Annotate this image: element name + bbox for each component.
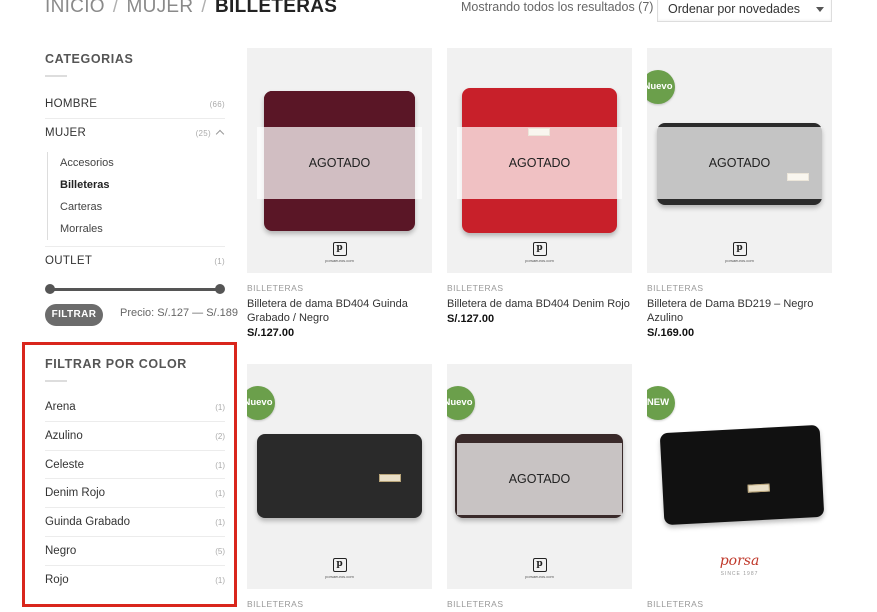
subcategory-list: Accesorios Billeteras Carteras Morrales bbox=[47, 152, 225, 240]
product-category[interactable]: BILLETERAS bbox=[247, 599, 432, 609]
product-card[interactable]: AGOTADO p porsaeuros.com Nuevo BILLETERAS… bbox=[647, 48, 832, 339]
new-badge: Nuevo bbox=[447, 386, 475, 420]
brand-url: porsaeuros.com bbox=[325, 574, 354, 579]
breadcrumb-separator: / bbox=[112, 0, 119, 17]
product-category[interactable]: BILLETERAS bbox=[447, 283, 632, 293]
product-price: S/.169.00 bbox=[647, 327, 695, 339]
new-badge: NEW bbox=[647, 386, 675, 420]
price-range-slider[interactable] bbox=[45, 284, 225, 294]
price-range-label: Precio: S/.127 — S/.189 bbox=[120, 307, 239, 319]
brand-logo: porsa bbox=[719, 553, 760, 569]
brand-logo-icon: p bbox=[532, 242, 547, 256]
breadcrumb-link-mujer[interactable]: MUJER bbox=[126, 0, 193, 17]
product-image[interactable]: AGOTADO p porsaeuros.com bbox=[247, 48, 432, 273]
orderby-selected: Ordenar por novedades bbox=[668, 2, 801, 16]
chevron-down-icon bbox=[816, 7, 824, 12]
sold-out-overlay: AGOTADO bbox=[257, 127, 422, 199]
slider-handle-min[interactable] bbox=[45, 284, 55, 294]
product-image[interactable]: p porsaeuros.com Nuevo bbox=[247, 364, 432, 589]
brand-since: SINCE 1987 bbox=[720, 571, 759, 577]
wallet-photo bbox=[257, 434, 422, 518]
product-price: S/.127.00 bbox=[447, 313, 495, 325]
highlight-box bbox=[22, 342, 237, 607]
subcategory-item-accesorios[interactable]: Accesorios bbox=[60, 152, 225, 174]
category-item-mujer[interactable]: MUJER (25) bbox=[45, 119, 225, 148]
slider-track bbox=[50, 288, 220, 291]
brand-url: porsaeuros.com bbox=[525, 574, 554, 579]
breadcrumb-separator: / bbox=[201, 0, 207, 17]
category-count: (25) bbox=[195, 129, 211, 138]
wallet-clasp bbox=[747, 483, 770, 493]
wallet-photo bbox=[659, 424, 825, 526]
sold-out-overlay: AGOTADO bbox=[457, 443, 622, 515]
brand-url: porsaeuros.com bbox=[725, 258, 754, 263]
brand-logo: p porsaeuros.com bbox=[522, 558, 558, 579]
categories-widget-title: CATEGORIAS bbox=[45, 52, 133, 77]
product-image[interactable]: AGOTADO p porsaeuros.com bbox=[447, 48, 632, 273]
sold-out-overlay: AGOTADO bbox=[657, 127, 822, 199]
filter-button[interactable]: FILTRAR bbox=[45, 304, 103, 326]
orderby-select[interactable]: Ordenar por novedades bbox=[657, 0, 832, 22]
new-badge: Nuevo bbox=[647, 70, 675, 104]
result-count: Mostrando todos los resultados (7) bbox=[461, 0, 654, 14]
breadcrumb-link-inicio[interactable]: INICIO bbox=[45, 0, 105, 17]
sold-out-overlay: AGOTADO bbox=[457, 127, 622, 199]
breadcrumb-current: BILLETERAS bbox=[215, 0, 338, 17]
chevron-up-icon[interactable] bbox=[215, 129, 225, 139]
product-card[interactable]: AGOTADO p porsaeuros.com BILLETERAS Bille… bbox=[247, 48, 432, 339]
category-list: HOMBRE (66) MUJER (25) Accesorios Billet… bbox=[45, 90, 225, 275]
category-count: (66) bbox=[209, 100, 225, 109]
product-category[interactable]: BILLETERAS bbox=[247, 283, 432, 293]
wallet-clasp bbox=[379, 474, 401, 482]
subcategory-item-carteras[interactable]: Carteras bbox=[60, 196, 225, 218]
product-card[interactable]: p porsaeuros.com Nuevo BILLETERAS bbox=[247, 364, 432, 609]
product-image[interactable]: AGOTADO p porsaeuros.com Nuevo bbox=[447, 364, 632, 589]
brand-logo: p porsaeuros.com bbox=[522, 242, 558, 263]
brand-logo: p porsaeuros.com bbox=[722, 242, 758, 263]
category-item-hombre[interactable]: HOMBRE (66) bbox=[45, 90, 225, 119]
product-category[interactable]: BILLETERAS bbox=[647, 283, 832, 293]
brand-logo-icon: p bbox=[332, 242, 347, 256]
product-name[interactable]: Billetera de dama BD404 Guinda Grabado /… bbox=[247, 297, 432, 325]
product-price: S/.127.00 bbox=[247, 327, 295, 339]
product-card[interactable]: AGOTADO p porsaeuros.com BILLETERAS Bille… bbox=[447, 48, 632, 325]
subcategory-item-morrales[interactable]: Morrales bbox=[60, 218, 225, 240]
product-card[interactable]: porsa SINCE 1987 NEW BILLETERAS bbox=[647, 364, 832, 609]
new-badge: Nuevo bbox=[247, 386, 275, 420]
product-name[interactable]: Billetera de dama BD404 Denim Rojo bbox=[447, 297, 632, 311]
category-count: (1) bbox=[214, 257, 225, 266]
brand-logo: p porsaeuros.com bbox=[322, 558, 358, 579]
product-card[interactable]: AGOTADO p porsaeuros.com Nuevo BILLETERAS bbox=[447, 364, 632, 609]
subcategory-item-billeteras[interactable]: Billeteras bbox=[60, 174, 225, 196]
brand-logo-icon: p bbox=[732, 242, 747, 256]
product-image[interactable]: AGOTADO p porsaeuros.com Nuevo bbox=[647, 48, 832, 273]
product-category[interactable]: BILLETERAS bbox=[647, 599, 832, 609]
title-divider bbox=[45, 75, 67, 77]
brand-logo: p porsaeuros.com bbox=[322, 242, 358, 263]
brand-url: porsaeuros.com bbox=[325, 258, 354, 263]
breadcrumb: INICIO / MUJER / BILLETERAS bbox=[45, 0, 337, 18]
product-image[interactable]: porsa SINCE 1987 NEW bbox=[647, 364, 832, 589]
brand-logo-icon: p bbox=[532, 558, 547, 572]
brand-url: porsaeuros.com bbox=[525, 258, 554, 263]
brand-logo-icon: p bbox=[332, 558, 347, 572]
category-item-outlet[interactable]: OUTLET (1) bbox=[45, 246, 225, 275]
product-name[interactable]: Billetera de Dama BD219 – Negro Azulino bbox=[647, 297, 832, 325]
product-category[interactable]: BILLETERAS bbox=[447, 599, 632, 609]
slider-handle-max[interactable] bbox=[215, 284, 225, 294]
